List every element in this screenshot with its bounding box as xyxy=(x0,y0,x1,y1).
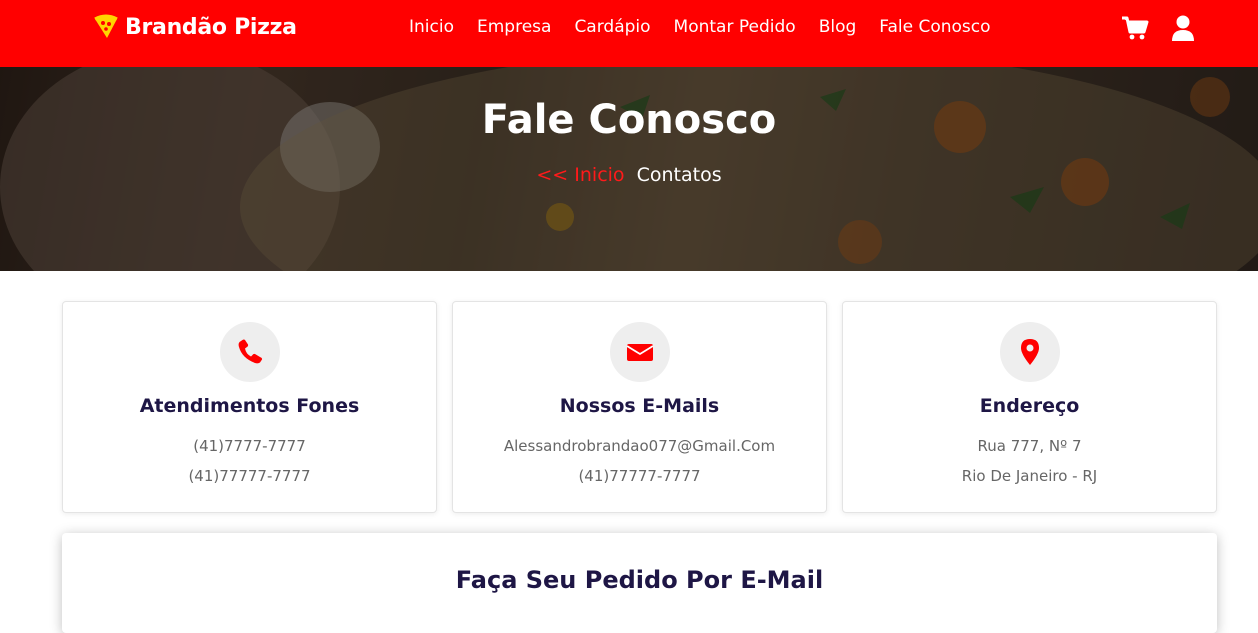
phone-number: (41)7777-7777 xyxy=(193,437,306,455)
brand-logo[interactable]: Brandão Pizza xyxy=(93,12,297,42)
email-address[interactable]: Alessandrobrandao077@Gmail.Com xyxy=(453,437,826,455)
contact-card-phone: Atendimentos Fones (41)7777-7777 (41)777… xyxy=(62,301,437,513)
breadcrumb-current: Contatos xyxy=(636,164,722,186)
nav-link-empresa[interactable]: Empresa xyxy=(477,17,551,37)
phone-number: (41)77777-7777 xyxy=(578,467,701,485)
nav-link-fale-conosco[interactable]: Fale Conosco xyxy=(879,17,990,37)
top-navbar: Brandão Pizza Inicio Empresa Cardápio Mo… xyxy=(0,0,1258,67)
nav-link-cardapio[interactable]: Cardápio xyxy=(574,17,650,37)
card-title: Atendimentos Fones xyxy=(139,395,360,417)
phone-icon xyxy=(238,339,263,364)
brand-name: Brandão Pizza xyxy=(125,14,297,40)
pizza-slice-icon xyxy=(94,14,118,38)
card-title: Endereço xyxy=(979,395,1080,417)
breadcrumb-home-link[interactable]: << Inicio xyxy=(536,164,624,186)
user-icon[interactable] xyxy=(1169,14,1197,42)
map-marker-icon xyxy=(1021,339,1039,365)
page-title: Fale Conosco xyxy=(481,97,777,143)
phone-number: (41)77777-7777 xyxy=(188,467,311,485)
contact-card-email: Nossos E-Mails Alessandrobrandao077@Gmai… xyxy=(452,301,827,513)
card-title: Nossos E-Mails xyxy=(559,395,720,417)
order-by-email-section: Faça Seu Pedido Por E-Mail xyxy=(62,533,1217,633)
section-title: Faça Seu Pedido Por E-Mail xyxy=(455,566,824,594)
nav-link-montar-pedido[interactable]: Montar Pedido xyxy=(674,17,796,37)
nav-link-blog[interactable]: Blog xyxy=(819,17,857,37)
nav-link-inicio[interactable]: Inicio xyxy=(409,17,454,37)
envelope-icon xyxy=(626,344,654,361)
page-hero-banner: Fale Conosco << Inicio Contatos xyxy=(0,67,1258,271)
address-city: Rio De Janeiro - RJ xyxy=(961,467,1098,485)
breadcrumb: << Inicio Contatos xyxy=(0,164,1258,186)
contact-card-address: Endereço Rua 777, Nº 7 Rio De Janeiro - … xyxy=(842,301,1217,513)
nav-actions xyxy=(1121,14,1197,42)
main-menu: Inicio Empresa Cardápio Montar Pedido Bl… xyxy=(409,17,991,37)
address-street: Rua 777, Nº 7 xyxy=(977,437,1082,455)
cart-icon[interactable] xyxy=(1121,14,1149,42)
